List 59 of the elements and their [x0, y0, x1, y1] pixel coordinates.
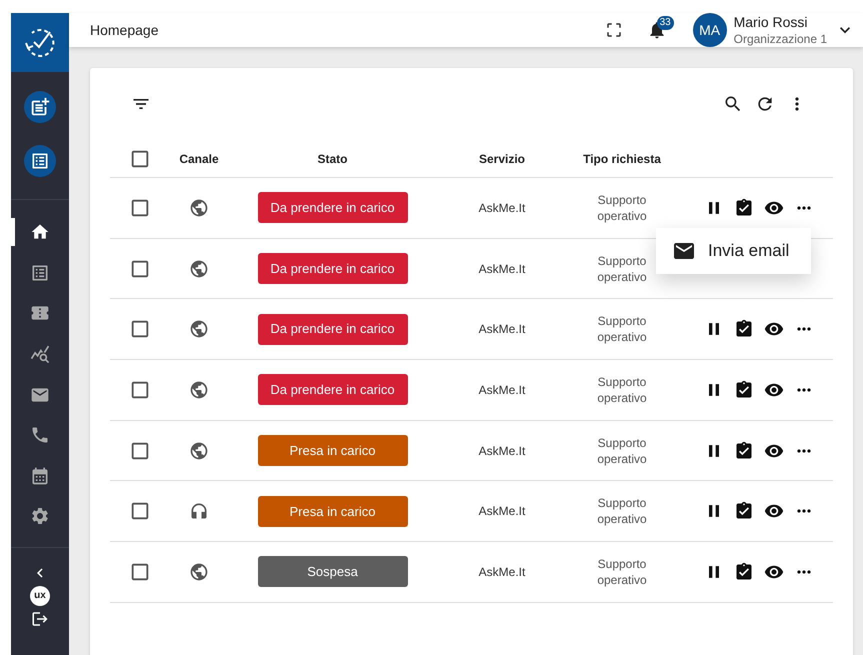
- status-badge: Da prendere in carico: [258, 253, 408, 284]
- page-title: Homepage: [90, 20, 158, 40]
- add-document-button[interactable]: [24, 91, 56, 123]
- add-user-document-button[interactable]: [24, 145, 56, 177]
- status-badge: Da prendere in carico: [258, 192, 408, 224]
- add-document-icon: [29, 96, 51, 118]
- column-header: Tipo richiesta: [583, 150, 661, 168]
- table-cell-text: AskMe.It: [478, 564, 526, 581]
- table-cell-text: AskMe.It: [478, 321, 526, 338]
- table-cell-text: Supporto operativo: [596, 495, 648, 528]
- calendar-icon: [30, 466, 50, 486]
- status-badge: Presa in carico: [258, 435, 408, 466]
- settings-icon: [30, 506, 50, 526]
- table-cell-text: Supporto operativo: [596, 374, 648, 406]
- clipboard-check-icon[interactable]: [734, 562, 754, 582]
- notification-count: 33: [656, 16, 674, 30]
- list-icon: [30, 262, 50, 283]
- list-icon: [30, 151, 50, 171]
- phone-icon: [30, 425, 50, 446]
- clipboard-check-icon[interactable]: [734, 440, 754, 461]
- clipboard-check-icon[interactable]: [734, 198, 754, 218]
- table-cell-text: Supporto operativo: [596, 434, 648, 467]
- table-cell-text: Supporto operativo: [596, 313, 648, 346]
- status-badge: Da prendere in carico: [258, 314, 408, 345]
- chart-search-icon: [30, 344, 50, 364]
- globe-icon: [189, 319, 209, 340]
- table-cell-text: AskMe.It: [478, 442, 526, 460]
- organization-name: Organizzazione 1: [734, 31, 827, 47]
- table-cell-text: AskMe.It: [478, 200, 526, 217]
- globe-icon: [189, 562, 209, 582]
- checkbox[interactable]: [129, 318, 151, 340]
- column-header: Canale: [179, 150, 219, 168]
- table-cell-text: AskMe.It: [478, 260, 526, 278]
- globe-icon: [189, 258, 209, 279]
- globe-icon: [189, 198, 209, 218]
- table-cell-text: Supporto operativo: [596, 252, 648, 285]
- table-cell-text: Supporto operativo: [596, 556, 648, 588]
- status-badge: Da prendere in carico: [258, 374, 408, 406]
- status-badge: Presa in carico: [258, 496, 408, 527]
- table-cell-text: AskMe.It: [478, 503, 526, 520]
- clipboard-check-icon[interactable]: [734, 319, 754, 340]
- ux-logo[interactable]: ux: [30, 586, 50, 606]
- globe-icon: [189, 380, 209, 400]
- globe-icon: [189, 440, 209, 461]
- search-icon[interactable]: [723, 94, 743, 114]
- fullscreen-icon[interactable]: [604, 21, 623, 39]
- table-cell-text: AskMe.It: [478, 382, 526, 399]
- user-name: Mario Rossi: [734, 13, 809, 31]
- clipboard-check-icon[interactable]: [734, 501, 754, 522]
- status-badge: Sospesa: [258, 556, 408, 588]
- menu-item[interactable]: Invia email: [656, 236, 811, 266]
- column-header: Stato: [318, 150, 348, 168]
- logout-icon[interactable]: [31, 610, 49, 628]
- table-cell-text: Supporto operativo: [596, 192, 648, 224]
- checkbox[interactable]: [129, 500, 151, 522]
- column-header: Servizio: [478, 150, 526, 168]
- clipboard-check-icon[interactable]: [734, 380, 754, 400]
- headphones-icon: [189, 501, 209, 522]
- avatar[interactable]: MA: [692, 13, 727, 47]
